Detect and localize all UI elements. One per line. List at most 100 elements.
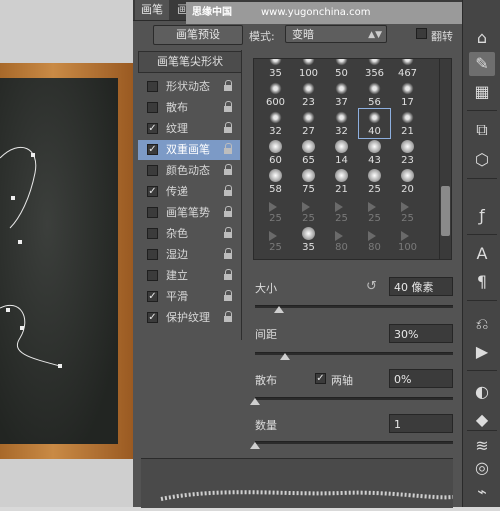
scrollbar-thumb[interactable] <box>441 186 450 236</box>
paragraph-icon[interactable]: ¶ <box>469 270 495 294</box>
brush-setting-item[interactable]: 形状动态 <box>138 77 240 97</box>
brush-setting-item[interactable]: ✓ 双重画笔 <box>138 140 240 160</box>
brush-setting-item[interactable]: 建立 <box>138 266 240 286</box>
brush-setting-item[interactable]: ✓ 保护纹理 <box>138 308 240 328</box>
flip-checkbox[interactable] <box>416 28 427 39</box>
brush-tip-shape-header[interactable]: 画笔笔尖形状 <box>138 51 242 73</box>
actions-icon[interactable]: ▶ <box>469 340 495 364</box>
setting-checkbox[interactable]: ✓ <box>147 291 158 302</box>
brush-tip-cell[interactable]: 32 <box>260 109 291 138</box>
lock-icon[interactable] <box>224 206 233 218</box>
count-slider-handle[interactable] <box>250 442 260 449</box>
brush-setting-item[interactable]: ✓ 纹理 <box>138 119 240 139</box>
brush-tip-cell[interactable]: 58 <box>260 167 291 196</box>
brush-tip-cell[interactable]: 37 <box>326 80 357 109</box>
size-field[interactable]: 40 像素 <box>389 277 453 296</box>
lock-icon[interactable] <box>224 80 233 92</box>
brush-setting-item[interactable]: 湿边 <box>138 245 240 265</box>
scatter-field[interactable]: 0% <box>389 369 453 388</box>
scatter-slider[interactable] <box>255 397 453 400</box>
brush-panel-icon[interactable]: ✎ <box>469 52 495 76</box>
lock-icon[interactable] <box>224 227 233 239</box>
brush-tip-cell[interactable]: 75 <box>293 167 324 196</box>
brush-tip-cell[interactable]: 25 <box>359 167 390 196</box>
spacing-slider-handle[interactable] <box>279 353 290 360</box>
lock-icon[interactable] <box>224 269 233 281</box>
brush-presets-icon[interactable]: ▦ <box>469 80 495 104</box>
lock-icon[interactable] <box>224 248 233 260</box>
setting-checkbox[interactable] <box>147 207 158 218</box>
brush-tip-cell[interactable]: 56 <box>359 80 390 109</box>
channels-icon[interactable]: ◎ <box>469 456 495 480</box>
brush-tip-cell[interactable]: 80 <box>359 225 390 254</box>
swatches-icon[interactable]: ◆ <box>469 408 495 432</box>
brush-tip-cell[interactable]: 25 <box>260 196 291 225</box>
brush-tip-cell[interactable]: 80 <box>326 225 357 254</box>
lock-icon[interactable] <box>224 185 233 197</box>
document-canvas[interactable] <box>0 0 133 507</box>
layers-icon[interactable]: ≋ <box>469 434 495 458</box>
brush-setting-item[interactable]: ✓ 平滑 <box>138 287 240 307</box>
paths-icon[interactable]: ⌁ <box>469 480 495 504</box>
brush-tip-cell[interactable]: 25 <box>260 225 291 254</box>
count-slider[interactable] <box>255 441 453 444</box>
brush-grid-scrollbar[interactable] <box>439 58 452 260</box>
lock-icon[interactable] <box>224 290 233 302</box>
count-field[interactable]: 1 <box>389 414 453 433</box>
setting-checkbox[interactable]: ✓ <box>147 144 158 155</box>
brush-setting-item[interactable]: 颜色动态 <box>138 161 240 181</box>
brush-tip-cell[interactable]: 23 <box>293 80 324 109</box>
brush-tip-cell[interactable]: 21 <box>392 109 423 138</box>
brush-tip-cell[interactable]: 14 <box>326 138 357 167</box>
brush-tip-cell[interactable]: 32 <box>326 109 357 138</box>
tool-presets-icon[interactable]: ⎌ <box>469 312 495 336</box>
setting-checkbox[interactable] <box>147 102 158 113</box>
brush-tip-cell[interactable]: 43 <box>359 138 390 167</box>
brush-setting-item[interactable]: ✓ 传递 <box>138 182 240 202</box>
character-icon[interactable]: A <box>469 242 495 266</box>
tab-brush[interactable]: 画笔 <box>135 0 169 20</box>
brush-tip-cell[interactable]: 60 <box>260 138 291 167</box>
brush-tip-cell[interactable]: 65 <box>293 138 324 167</box>
mode-select[interactable]: 变暗 ▲▼ <box>285 25 387 43</box>
3d-icon[interactable]: ⬡ <box>469 148 495 172</box>
both-axes-checkbox[interactable]: ✓ <box>315 373 326 384</box>
brush-tip-cell[interactable]: 100 <box>392 225 423 254</box>
history-icon[interactable]: ⌂ <box>469 26 495 50</box>
scatter-slider-handle[interactable] <box>250 398 260 405</box>
brush-tip-cell[interactable]: 20 <box>392 167 423 196</box>
setting-checkbox[interactable]: ✓ <box>147 123 158 134</box>
setting-checkbox[interactable]: ✓ <box>147 186 158 197</box>
color-icon[interactable]: ◐ <box>469 380 495 404</box>
lock-icon[interactable] <box>224 164 233 176</box>
setting-checkbox[interactable] <box>147 249 158 260</box>
brush-setting-item[interactable]: 画笔笔势 <box>138 203 240 223</box>
setting-checkbox[interactable]: ✓ <box>147 312 158 323</box>
setting-checkbox[interactable] <box>147 81 158 92</box>
lock-icon[interactable] <box>224 101 233 113</box>
brush-tip-cell[interactable]: 25 <box>293 196 324 225</box>
brush-tip-cell[interactable]: 27 <box>293 109 324 138</box>
brush-tip-grid[interactable]: 35 100 50 356 467 600 23 37 56 17 32 27 32 40 21 60 65 14… <box>253 58 451 260</box>
brush-tip-cell[interactable]: 50 <box>326 59 357 80</box>
adjustments-icon[interactable]: ƒ <box>469 204 495 228</box>
lock-icon[interactable] <box>224 143 233 155</box>
brush-tip-cell[interactable]: 356 <box>359 59 390 80</box>
brush-tip-cell[interactable]: 35 <box>293 225 324 254</box>
brush-tip-cell[interactable]: 467 <box>392 59 423 80</box>
brush-tip-cell[interactable]: 100 <box>293 59 324 80</box>
clone-source-icon[interactable]: ⧉ <box>469 118 495 142</box>
setting-checkbox[interactable] <box>147 165 158 176</box>
brush-tip-cell[interactable]: 23 <box>392 138 423 167</box>
reset-size-icon[interactable]: ↺ <box>366 279 377 294</box>
setting-checkbox[interactable] <box>147 270 158 281</box>
brush-tip-cell[interactable]: 25 <box>359 196 390 225</box>
brush-tip-cell[interactable]: 600 <box>260 80 291 109</box>
brush-presets-button[interactable]: 画笔预设 <box>153 25 243 45</box>
size-slider[interactable] <box>255 305 453 308</box>
brush-setting-item[interactable]: 杂色 <box>138 224 240 244</box>
spacing-field[interactable]: 30% <box>389 324 453 343</box>
brush-tip-cell[interactable]: 40 <box>358 108 391 139</box>
brush-tip-cell[interactable]: 35 <box>260 59 291 80</box>
lock-icon[interactable] <box>224 311 233 323</box>
